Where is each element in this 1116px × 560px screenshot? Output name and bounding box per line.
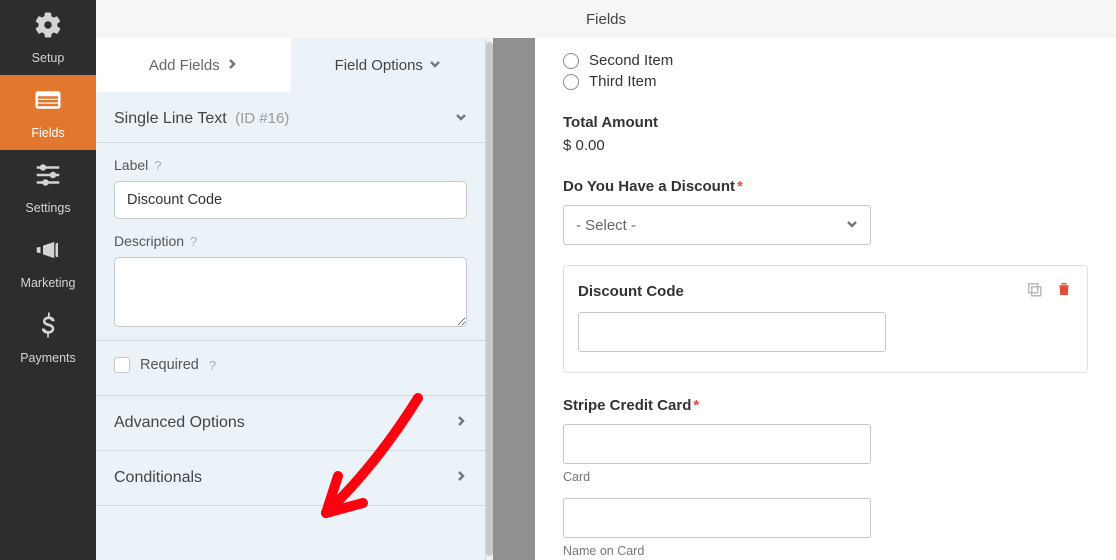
field-id: (ID #16) <box>235 110 289 127</box>
chevron-right-icon <box>455 469 467 487</box>
nav-item-settings[interactable]: Settings <box>0 150 96 225</box>
chevron-down-icon <box>455 110 467 128</box>
required-checkbox[interactable] <box>114 357 130 373</box>
help-icon[interactable]: ? <box>190 234 197 249</box>
nav-item-payments[interactable]: Payments <box>0 300 96 375</box>
radio-icon <box>563 53 579 69</box>
field-type-name: Single Line Text <box>114 110 227 127</box>
nav-item-marketing[interactable]: Marketing <box>0 225 96 300</box>
accordion-conditionals[interactable]: Conditionals <box>96 451 485 506</box>
nav-item-fields[interactable]: Fields <box>0 75 96 150</box>
nav-label-setup: Setup <box>32 51 65 65</box>
nav-item-setup[interactable]: Setup <box>0 0 96 75</box>
bullhorn-icon <box>33 235 63 270</box>
trash-icon[interactable] <box>1055 280 1073 302</box>
total-amount-label: Total Amount <box>563 114 1088 131</box>
topbar-title: Fields <box>586 11 626 28</box>
name-sublabel: Name on Card <box>563 544 1088 558</box>
help-icon[interactable]: ? <box>209 358 216 373</box>
nav-label-fields: Fields <box>31 126 64 140</box>
discount-code-label: Discount Code <box>578 283 684 300</box>
main-sidebar: Setup Fields Settings Marketing Payments <box>0 0 96 560</box>
field-header[interactable]: Single Line Text (ID #16) <box>96 92 485 143</box>
help-icon[interactable]: ? <box>154 158 161 173</box>
accordion-advanced-options[interactable]: Advanced Options <box>96 396 485 451</box>
chevron-right-icon <box>226 57 238 74</box>
label-caption: Label <box>114 157 148 173</box>
description-caption: Description <box>114 233 184 249</box>
description-input[interactable] <box>114 257 467 327</box>
dollar-icon <box>33 310 63 345</box>
label-input[interactable] <box>114 181 467 219</box>
required-caption: Required <box>140 357 199 373</box>
chevron-down-icon <box>429 57 441 74</box>
radio-icon <box>563 74 579 90</box>
total-amount-value: $ 0.00 <box>563 137 1088 154</box>
selected-field-card[interactable]: Discount Code <box>563 265 1088 373</box>
tab-add-fields[interactable]: Add Fields <box>96 38 291 92</box>
nav-label-settings: Settings <box>25 201 70 215</box>
nav-label-marketing: Marketing <box>21 276 76 290</box>
topbar: Fields <box>96 0 1116 38</box>
form-icon <box>33 85 63 120</box>
gear-icon <box>33 10 63 45</box>
panel-resize-handle[interactable] <box>486 42 493 556</box>
radio-option[interactable]: Third Item <box>563 73 1088 90</box>
field-options-panel: Add Fields Field Options Single Line Tex… <box>96 38 486 560</box>
discount-select[interactable]: - Select - <box>563 205 871 245</box>
sliders-icon <box>33 160 63 195</box>
tab-field-options[interactable]: Field Options <box>291 38 486 92</box>
name-on-card-input[interactable] <box>563 498 871 538</box>
stripe-label: Stripe Credit Card* <box>563 397 1088 414</box>
radio-option[interactable]: Second Item <box>563 52 1088 69</box>
chevron-down-icon <box>846 217 858 234</box>
discount-question-label: Do You Have a Discount* <box>563 178 1088 195</box>
chevron-right-icon <box>455 414 467 432</box>
card-sublabel: Card <box>563 470 1088 484</box>
nav-label-payments: Payments <box>20 351 76 365</box>
duplicate-icon[interactable] <box>1025 280 1043 302</box>
card-input[interactable] <box>563 424 871 464</box>
form-preview: Second Item Third Item Total Amount $ 0.… <box>493 38 1116 560</box>
discount-code-input[interactable] <box>578 312 886 352</box>
